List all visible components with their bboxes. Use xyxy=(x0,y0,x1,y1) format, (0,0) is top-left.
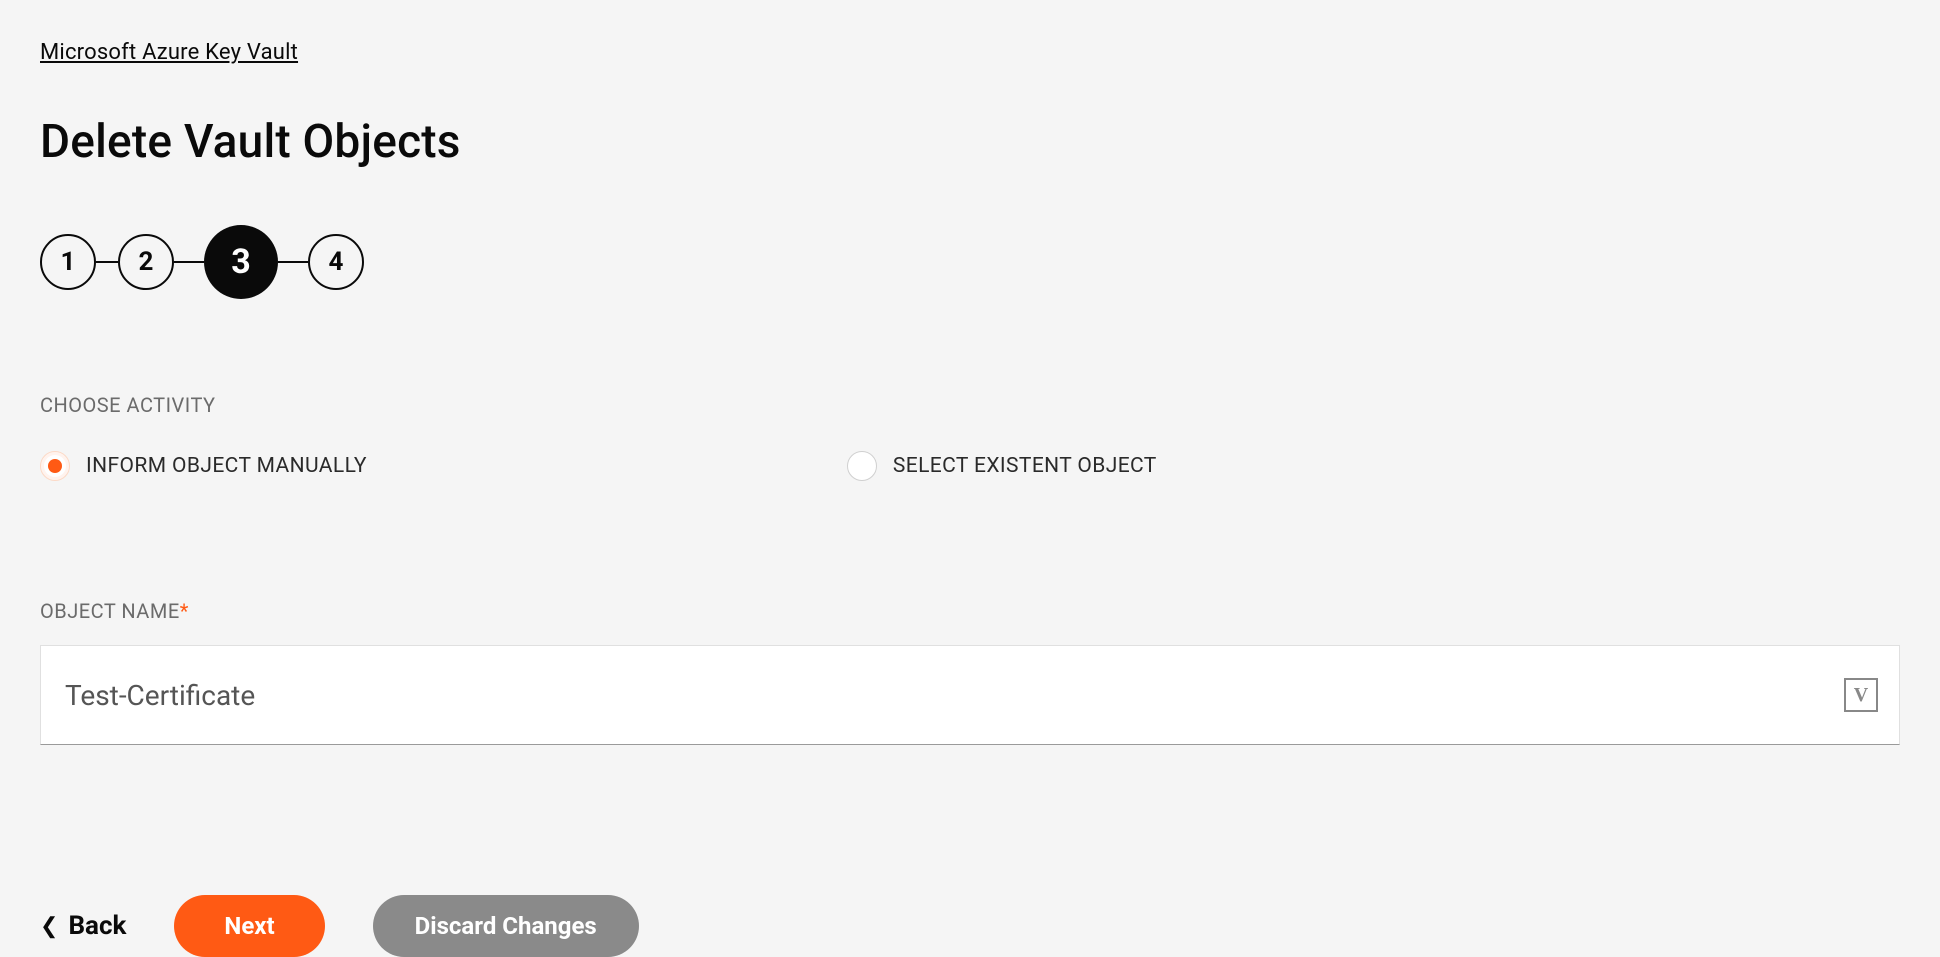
radio-button-icon xyxy=(847,451,877,481)
radio-inform-manually[interactable]: INFORM OBJECT MANUALLY xyxy=(40,451,367,481)
radio-label: INFORM OBJECT MANUALLY xyxy=(86,454,367,478)
step-connector xyxy=(174,261,204,264)
variable-icon[interactable]: V xyxy=(1844,678,1878,712)
step-4[interactable]: 4 xyxy=(308,234,364,290)
object-name-label: OBJECT NAME* xyxy=(40,599,1900,623)
chevron-left-icon: ❮ xyxy=(40,914,58,939)
button-row: ❮ Back Next Discard Changes xyxy=(40,895,1900,957)
breadcrumb-link[interactable]: Microsoft Azure Key Vault xyxy=(40,40,298,65)
step-connector xyxy=(96,261,118,264)
radio-button-icon xyxy=(40,451,70,481)
next-button[interactable]: Next xyxy=(174,895,324,957)
object-name-input[interactable] xyxy=(40,645,1900,745)
object-name-label-text: OBJECT NAME xyxy=(40,599,180,623)
object-name-input-wrapper: V xyxy=(40,645,1900,745)
discard-changes-button[interactable]: Discard Changes xyxy=(373,895,639,957)
radio-label: SELECT EXISTENT OBJECT xyxy=(893,454,1157,478)
step-connector xyxy=(278,261,308,264)
page-title: Delete Vault Objects xyxy=(40,115,1900,169)
step-3-active[interactable]: 3 xyxy=(204,225,278,299)
back-button-label: Back xyxy=(68,911,126,941)
required-asterisk: * xyxy=(180,599,189,623)
stepper: 1 2 3 4 xyxy=(40,225,1900,299)
back-button[interactable]: ❮ Back xyxy=(40,911,126,941)
radio-dot-icon xyxy=(48,459,62,473)
step-2[interactable]: 2 xyxy=(118,234,174,290)
activity-radio-group: INFORM OBJECT MANUALLY SELECT EXISTENT O… xyxy=(40,451,1900,481)
choose-activity-label: CHOOSE ACTIVITY xyxy=(40,393,1900,417)
radio-select-existent[interactable]: SELECT EXISTENT OBJECT xyxy=(847,451,1157,481)
step-1[interactable]: 1 xyxy=(40,234,96,290)
